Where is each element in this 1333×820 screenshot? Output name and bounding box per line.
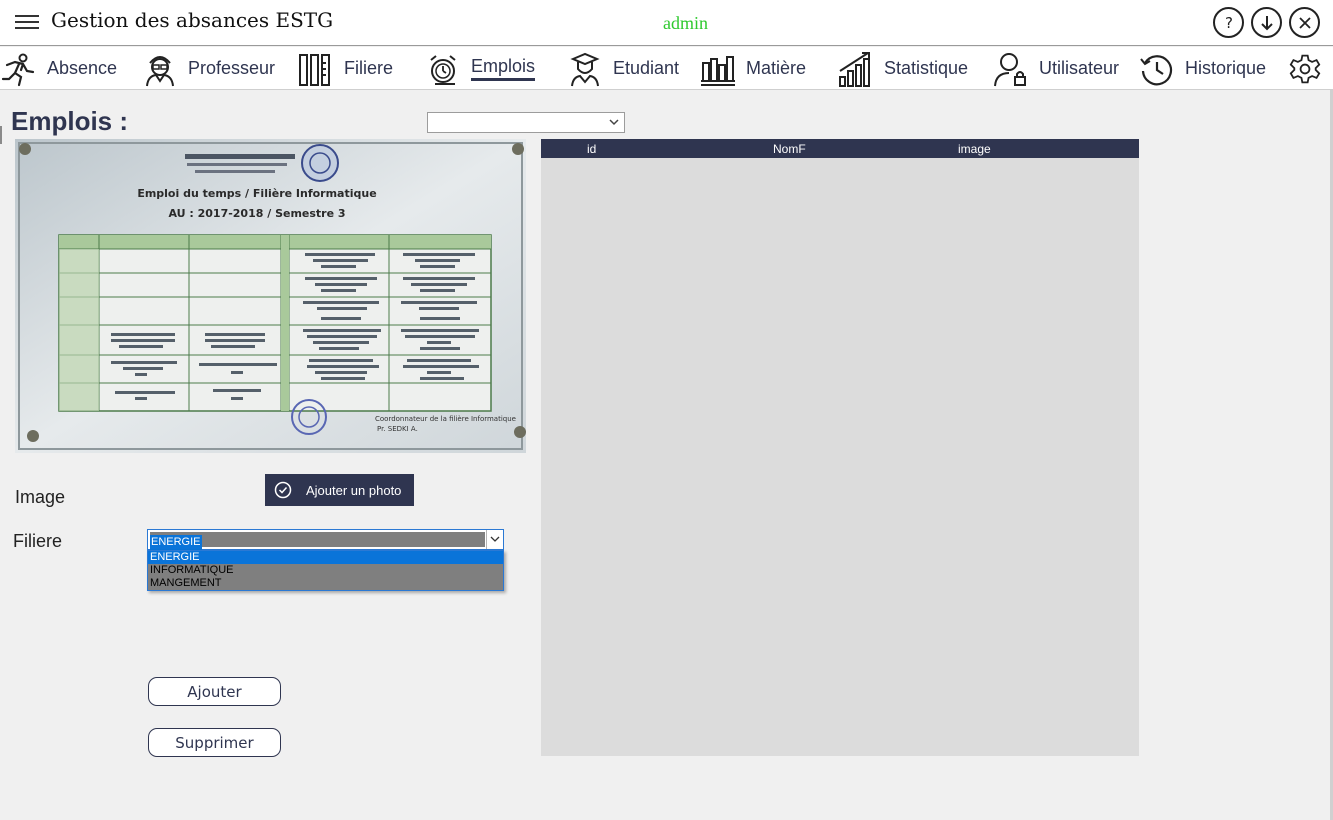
minimize-button[interactable] bbox=[1251, 7, 1282, 38]
filiere-label: Filiere bbox=[13, 531, 63, 551]
svg-text:?: ? bbox=[1225, 14, 1233, 32]
nav-label-utilisateur: Utilisateur bbox=[1039, 58, 1120, 78]
timetable-subheading: AU : 2017-2018 / Semestre 3 bbox=[168, 207, 345, 220]
filiere-selected-value-box: ENERGIE bbox=[150, 532, 485, 550]
app-title: Gestion des absances ESTG bbox=[51, 8, 334, 32]
gear-icon bbox=[1289, 53, 1321, 85]
title-bar: Gestion des absances ESTG admin ? bbox=[0, 0, 1333, 46]
image-label: Image bbox=[15, 487, 66, 507]
filiere-option[interactable]: INFORMATIQUE bbox=[148, 564, 503, 577]
question-icon: ? bbox=[1225, 14, 1233, 32]
nav-item-matiere[interactable]: Matière bbox=[700, 47, 806, 90]
student-icon bbox=[567, 51, 603, 87]
nav-item-utilisateur[interactable]: Utilisateur bbox=[993, 47, 1119, 90]
nav-label-filiere: Filiere bbox=[344, 58, 394, 78]
timetable-footer-line1: Coordonnateur de la filière Informatique bbox=[375, 415, 516, 423]
chevron-down-icon bbox=[490, 536, 500, 542]
nav-label-statistique: Statistique bbox=[884, 58, 969, 78]
menu-icon[interactable] bbox=[15, 12, 39, 32]
user-lock-icon bbox=[993, 51, 1029, 87]
nav-label-etudiant: Etudiant bbox=[613, 58, 680, 78]
left-edge-marker bbox=[0, 126, 2, 144]
column-header-image[interactable]: image bbox=[958, 142, 991, 156]
current-user-label: admin bbox=[663, 13, 708, 33]
filiere-data-grid[interactable]: id NomF image bbox=[541, 139, 1139, 756]
running-person-icon bbox=[1, 51, 37, 87]
column-header-nomf[interactable]: NomF bbox=[773, 142, 806, 156]
nav-label-historique: Historique bbox=[1185, 58, 1267, 78]
nav-item-historique[interactable]: Historique bbox=[1139, 47, 1266, 90]
nav-label-matiere: Matière bbox=[746, 58, 807, 78]
close-button[interactable] bbox=[1289, 7, 1320, 38]
timetable-grid bbox=[58, 234, 492, 412]
history-clock-icon bbox=[1139, 51, 1175, 87]
page-title: Emplois : bbox=[11, 106, 129, 136]
main-navigation: Absence Professeur Filiere Emplois Etudi… bbox=[0, 47, 1333, 90]
add-button[interactable]: Ajouter bbox=[148, 677, 281, 706]
add-photo-button[interactable]: Ajouter un photo bbox=[265, 474, 414, 506]
filiere-option[interactable]: MANGEMENT bbox=[148, 577, 503, 590]
column-header-id[interactable]: id bbox=[587, 142, 596, 156]
filiere-dropdown-list: ENERGIE INFORMATIQUE MANGEMENT bbox=[147, 550, 504, 591]
delete-button[interactable]: Supprimer bbox=[148, 728, 281, 757]
teacher-icon bbox=[142, 51, 178, 87]
nav-item-absence[interactable]: Absence bbox=[1, 47, 117, 90]
nav-item-filiere[interactable]: Filiere bbox=[298, 47, 393, 90]
timetable-heading: Emploi du temps / Filière Informatique bbox=[137, 187, 376, 200]
filiere-selected-value: ENERGIE bbox=[150, 535, 202, 550]
timetable-footer-line2: Pr. SEDKI A. bbox=[377, 425, 418, 433]
arrow-down-icon bbox=[1260, 15, 1273, 30]
chevron-down-icon bbox=[609, 119, 619, 126]
close-icon bbox=[1298, 16, 1311, 29]
emplois-filter-select[interactable] bbox=[427, 112, 625, 133]
settings-button[interactable] bbox=[1289, 47, 1321, 90]
tools-icon bbox=[298, 51, 334, 87]
add-photo-label: Ajouter un photo bbox=[306, 482, 402, 498]
nav-item-etudiant[interactable]: Etudiant bbox=[567, 47, 679, 90]
nav-item-professeur[interactable]: Professeur bbox=[142, 47, 275, 90]
nav-label-emplois: Emplois bbox=[471, 56, 536, 81]
books-icon bbox=[700, 51, 736, 87]
help-button[interactable]: ? bbox=[1213, 7, 1244, 38]
timetable-photo: Emploi du temps / Filière Informatique A… bbox=[15, 139, 526, 453]
filiere-option[interactable]: ENERGIE bbox=[148, 551, 503, 564]
emplois-filter-value bbox=[428, 117, 431, 129]
chart-growth-icon bbox=[838, 51, 874, 87]
nav-item-emplois[interactable]: Emplois bbox=[425, 47, 536, 90]
filiere-select[interactable]: ENERGIE bbox=[147, 529, 504, 550]
nav-label-absence: Absence bbox=[47, 58, 118, 78]
nav-label-professeur: Professeur bbox=[188, 58, 276, 78]
nav-item-statistique[interactable]: Statistique bbox=[838, 47, 968, 90]
check-circle-icon bbox=[274, 481, 292, 499]
grid-header: id NomF image bbox=[541, 139, 1139, 158]
filiere-dropdown-button[interactable] bbox=[486, 530, 503, 549]
alarm-clock-icon bbox=[425, 51, 461, 87]
